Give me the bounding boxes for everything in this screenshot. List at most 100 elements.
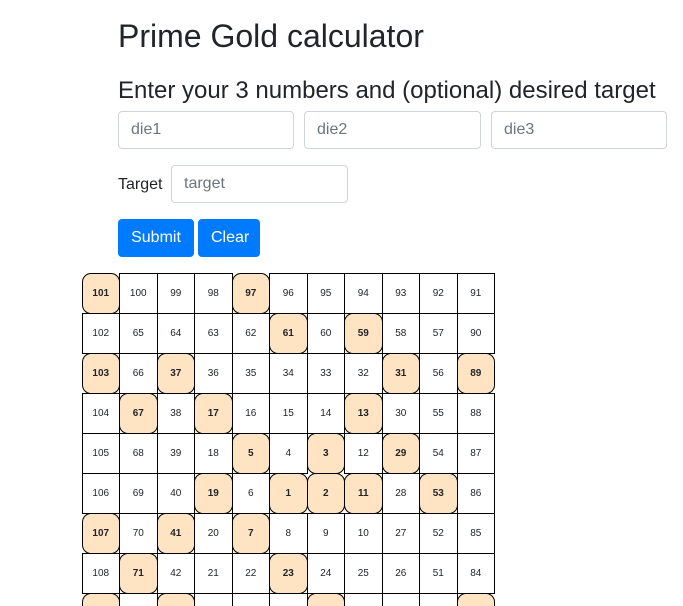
grid-cell: 48: [344, 592, 383, 606]
grid-cell: 52: [419, 512, 458, 554]
grid-cell-prime: 31: [381, 352, 420, 394]
grid-cell-prime: 59: [344, 312, 383, 354]
grid-cell: 45: [231, 592, 270, 606]
grid-cell: 70: [119, 512, 158, 554]
grid-cell: 28: [381, 472, 420, 514]
grid-cell-prime: 103: [81, 352, 120, 394]
grid-cell: 96: [269, 272, 308, 314]
grid-cell-prime: 83: [456, 592, 495, 606]
grid-cell: 24: [306, 552, 345, 594]
grid-cell: 68: [119, 432, 158, 474]
grid-cell: 63: [194, 312, 233, 354]
page: Prime Gold calculator Enter your 3 numbe…: [0, 0, 683, 606]
grid-cell: 20: [194, 512, 233, 554]
grid-cell-prime: 1: [269, 472, 308, 514]
clear-button[interactable]: Clear: [198, 219, 260, 257]
grid-cell: 6: [231, 472, 270, 514]
grid-cell-prime: 67: [119, 392, 158, 434]
instructions-heading: Enter your 3 numbers and (optional) desi…: [118, 77, 656, 104]
target-label: Target: [118, 176, 163, 193]
grid-cell: 84: [456, 552, 495, 594]
grid-cell: 8: [269, 512, 308, 554]
grid-cell: 104: [81, 392, 120, 434]
grid-cell: 30: [381, 392, 420, 434]
grid-cell-prime: 23: [269, 552, 308, 594]
grid-cell: 86: [456, 472, 495, 514]
grid-cell: 25: [344, 552, 383, 594]
grid-cell: 60: [306, 312, 345, 354]
grid-cell: 36: [194, 352, 233, 394]
grid-cell: 40: [156, 472, 195, 514]
grid-cell-prime: 101: [81, 272, 120, 314]
submit-button[interactable]: Submit: [118, 219, 194, 257]
grid-cell: 35: [231, 352, 270, 394]
grid-cell: 94: [344, 272, 383, 314]
die1-input[interactable]: [118, 111, 294, 149]
grid-cell: 10: [344, 512, 383, 554]
grid-cell: 26: [381, 552, 420, 594]
grid-cell-prime: 71: [119, 552, 158, 594]
grid-cell: 62: [231, 312, 270, 354]
grid-cell: 33: [306, 352, 345, 394]
grid-cell-prime: 2: [306, 472, 345, 514]
grid-cell: 18: [194, 432, 233, 474]
grid-cell: 16: [231, 392, 270, 434]
grid-cell: 90: [456, 312, 495, 354]
grid-cell: 54: [419, 432, 458, 474]
page-title: Prime Gold calculator: [118, 18, 424, 54]
grid-cell: 64: [156, 312, 195, 354]
grid-cell: 93: [381, 272, 420, 314]
grid-cell: 44: [194, 592, 233, 606]
grid-cell: 85: [456, 512, 495, 554]
grid-cell: 99: [156, 272, 195, 314]
grid-cell-prime: 41: [156, 512, 195, 554]
grid-cell: 51: [419, 552, 458, 594]
grid-cell: 14: [306, 392, 345, 434]
grid-cell: 42: [156, 552, 195, 594]
grid-cell-prime: 47: [306, 592, 345, 606]
grid-cell: 91: [456, 272, 495, 314]
grid-cell: 106: [81, 472, 120, 514]
grid-cell: 39: [156, 432, 195, 474]
die3-input[interactable]: [491, 111, 667, 149]
grid-cell-prime: 13: [344, 392, 383, 434]
grid-cell-prime: 5: [231, 432, 270, 474]
grid-cell-prime: 17: [194, 392, 233, 434]
target-input[interactable]: [171, 165, 348, 203]
grid-cell-prime: 109: [81, 592, 120, 606]
grid-cell-prime: 37: [156, 352, 195, 394]
grid-cell-prime: 3: [306, 432, 345, 474]
grid-cell-prime: 107: [81, 512, 120, 554]
grid-cell: 49: [381, 592, 420, 606]
die2-input[interactable]: [304, 111, 481, 149]
grid-cell: 56: [419, 352, 458, 394]
grid-cell-prime: 19: [194, 472, 233, 514]
grid-cell: 105: [81, 432, 120, 474]
grid-cell: 50: [419, 592, 458, 606]
grid-cell: 4: [269, 432, 308, 474]
grid-cell-prime: 29: [381, 432, 420, 474]
grid-cell: 27: [381, 512, 420, 554]
grid-cell-prime: 89: [456, 352, 495, 394]
grid-cell-prime: 61: [269, 312, 308, 354]
grid-cell-prime: 97: [231, 272, 270, 314]
grid-cell: 65: [119, 312, 158, 354]
grid-cell: 92: [419, 272, 458, 314]
grid-cell: 72: [119, 592, 158, 606]
grid-cell: 34: [269, 352, 308, 394]
grid-cell: 98: [194, 272, 233, 314]
grid-cell: 66: [119, 352, 158, 394]
grid-cell: 69: [119, 472, 158, 514]
grid-cell: 87: [456, 432, 495, 474]
number-spiral-grid: 101 100 99 98 97 96 95 94 93 92 91 102 65 64 63 62 61 60 5…: [81, 272, 495, 606]
grid-cell-prime: 7: [231, 512, 270, 554]
grid-cell: 102: [81, 312, 120, 354]
grid-cell: 95: [306, 272, 345, 314]
grid-cell: 46: [269, 592, 308, 606]
grid-cell: 21: [194, 552, 233, 594]
grid-cell: 55: [419, 392, 458, 434]
grid-cell: 38: [156, 392, 195, 434]
grid-cell: 108: [81, 552, 120, 594]
grid-cell-prime: 11: [344, 472, 383, 514]
grid-cell: 22: [231, 552, 270, 594]
